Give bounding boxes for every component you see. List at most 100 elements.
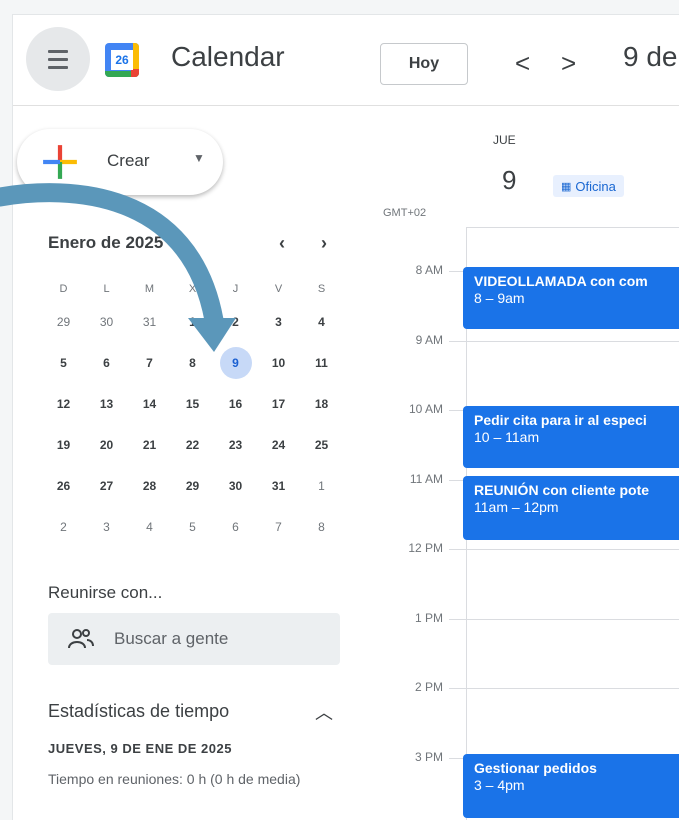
mini-calendar-day[interactable]: 3: [85, 520, 128, 534]
mini-calendar-day[interactable]: 6: [214, 520, 257, 534]
mini-calendar-day[interactable]: 17: [257, 397, 300, 411]
day-number[interactable]: 9: [502, 165, 516, 196]
event-title: Gestionar pedidos: [474, 759, 597, 776]
calendar-event[interactable]: REUNIÓN con cliente pote 11am – 12pm: [463, 475, 679, 540]
app-title: Calendar: [171, 41, 285, 72]
weekday-label: D: [59, 283, 68, 295]
mini-calendar-day[interactable]: 28: [128, 479, 171, 493]
mini-calendar-day[interactable]: 4: [128, 520, 171, 534]
hour-gridline: [449, 340, 679, 342]
caret-down-icon: ▼: [193, 151, 205, 165]
next-month-button[interactable]: ›: [321, 233, 327, 254]
event-title: REUNIÓN con cliente pote: [474, 481, 650, 498]
mini-calendar-day[interactable]: 19: [42, 438, 85, 452]
header-divider: [13, 105, 679, 106]
mini-calendar-day[interactable]: 7: [257, 520, 300, 534]
weekday-label: L: [103, 283, 110, 295]
time-stats-title: Estadísticas de tiempo: [48, 701, 230, 721]
mini-calendar-day[interactable]: 2: [42, 520, 85, 534]
hour-gridline: [449, 549, 679, 550]
previous-day-button[interactable]: <: [515, 45, 530, 81]
next-day-button[interactable]: >: [561, 45, 576, 81]
mini-calendar-day[interactable]: 7: [128, 356, 171, 370]
time-stats-text: Tiempo en reuniones: 0 h (0 h de media): [48, 771, 301, 787]
people-search-input[interactable]: Buscar a gente: [48, 613, 340, 665]
create-button[interactable]: Crear ▼: [17, 129, 223, 195]
mini-calendar-day[interactable]: 14: [128, 397, 171, 411]
mini-calendar-day[interactable]: 18: [300, 397, 343, 411]
hour-label: 11 AM: [409, 471, 443, 486]
mini-calendar-week: 5 6 7 8 9 10 11: [42, 342, 344, 383]
mini-calendar-day[interactable]: 4: [300, 315, 343, 329]
hour-label: 1 PM: [414, 610, 443, 625]
mini-calendar-day[interactable]: 2: [214, 315, 257, 329]
event-time: 8 – 9am: [474, 290, 525, 306]
mini-calendar-day[interactable]: 1: [300, 479, 343, 493]
hour-gridline: [449, 618, 679, 620]
mini-calendar-day[interactable]: 26: [42, 479, 85, 493]
mini-calendar-day[interactable]: 8: [171, 356, 214, 370]
mini-calendar-day[interactable]: 30: [214, 479, 257, 493]
main-menu-button[interactable]: [26, 27, 90, 91]
mini-calendar-week: 12 13 14 15 16 17 18: [42, 383, 344, 424]
plus-icon: [43, 145, 77, 179]
mini-calendar-day[interactable]: 9: [214, 346, 257, 379]
day-name: JUE: [493, 133, 516, 147]
mini-calendar-day[interactable]: 15: [171, 397, 214, 411]
mini-calendar-day[interactable]: 13: [85, 397, 128, 411]
mini-calendar-week: 19 20 21 22 23 24 25: [42, 424, 344, 465]
mini-calendar-day[interactable]: 23: [214, 438, 257, 452]
weekday-header: DLMXJVS: [42, 279, 344, 299]
event-time: 3 – 4pm: [474, 776, 525, 793]
mini-calendar-week: 26 27 28 29 30 31 1: [42, 465, 344, 506]
mini-calendar-day[interactable]: 8: [300, 520, 343, 534]
mini-calendar-day[interactable]: 30: [85, 315, 128, 329]
weekday-label: X: [188, 283, 197, 295]
building-icon: ▦: [561, 180, 572, 193]
mini-calendar-day[interactable]: 5: [171, 520, 214, 534]
calendar-event[interactable]: Gestionar pedidos 3 – 4pm: [463, 753, 679, 818]
hour-gridline: [449, 688, 679, 689]
mini-calendar-day[interactable]: 1: [171, 315, 214, 329]
mini-calendar: DLMXJVS 29 30 31 1 2 3 4 5 6 7 8 9 10 11 12 13 14 15 16 17 1…: [42, 279, 344, 547]
hour-label: 2 PM: [414, 680, 443, 694]
people-search-placeholder: Buscar a gente: [114, 629, 229, 648]
mini-calendar-day[interactable]: 29: [42, 315, 85, 329]
mini-calendar-day[interactable]: 27: [85, 479, 128, 493]
calendar-logo-icon: 26: [105, 43, 139, 77]
mini-calendar-day[interactable]: 31: [128, 315, 171, 329]
chevron-up-icon[interactable]: ︿: [315, 699, 333, 725]
mini-calendar-day[interactable]: 6: [85, 356, 128, 370]
mini-calendar-day[interactable]: 11: [300, 356, 343, 370]
mini-calendar-day[interactable]: 16: [214, 397, 257, 411]
event-time: 10 – 11am: [474, 429, 540, 445]
mini-calendar-day[interactable]: 12: [42, 397, 85, 411]
mini-calendar-day[interactable]: 5: [42, 356, 85, 370]
hour-label: 3 PM: [414, 749, 443, 764]
mini-calendar-day[interactable]: 29: [171, 479, 214, 493]
time-stats-date: JUEVES, 9 DE ENE DE 2025: [48, 741, 232, 756]
mini-calendar-day[interactable]: 20: [85, 438, 128, 452]
mini-calendar-day[interactable]: 25: [300, 438, 343, 452]
mini-calendar-day[interactable]: 31: [257, 479, 300, 493]
calendar-event[interactable]: VIDEOLLAMADA con com 8 – 9am: [463, 267, 679, 329]
hour-label: 8 AM: [415, 263, 443, 277]
mini-calendar-day[interactable]: 21: [128, 438, 171, 452]
weekday-label: V: [274, 283, 283, 295]
calendar-event[interactable]: Pedir cita para ir al especi 10 – 11am: [463, 406, 679, 468]
location-label: Oficina: [575, 178, 616, 194]
mini-calendar-day[interactable]: 10: [257, 356, 300, 370]
event-title: VIDEOLLAMADA con com: [474, 273, 648, 289]
hamburger-icon: [48, 49, 68, 53]
calendar-app: 26 Calendar Hoy < > 9 de Crear ▼ Enero d…: [12, 14, 679, 820]
today-button[interactable]: Hoy: [380, 43, 468, 85]
logo-number: 26: [111, 50, 133, 70]
create-label: Crear: [107, 151, 150, 170]
mini-calendar-day[interactable]: 24: [257, 438, 300, 452]
mini-calendar-day[interactable]: 22: [171, 438, 214, 452]
working-location-chip[interactable]: ▦ Oficina: [553, 175, 624, 197]
weekday-label: M: [144, 283, 155, 295]
mini-calendar-day[interactable]: 3: [257, 315, 300, 329]
meet-with-title: Reunirse con...: [48, 583, 163, 602]
previous-month-button[interactable]: ‹: [279, 233, 285, 254]
